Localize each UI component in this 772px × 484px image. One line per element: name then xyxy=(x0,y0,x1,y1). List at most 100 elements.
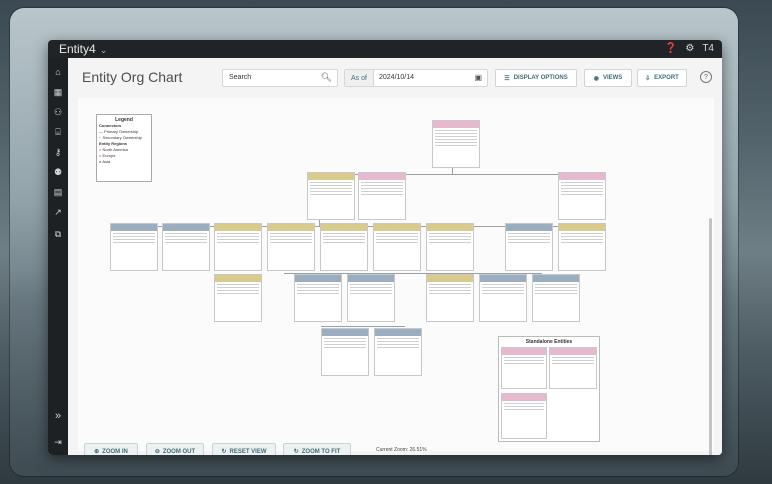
page-title: Entity Org Chart xyxy=(82,69,183,85)
legend-item: ■ Asia xyxy=(99,159,111,164)
expand-icon[interactable]: » xyxy=(48,408,68,424)
entity-node[interactable] xyxy=(374,328,422,376)
zoom-in-button[interactable]: ⊕ ZOOM IN xyxy=(84,443,138,455)
connector-line xyxy=(321,326,405,327)
user-initials[interactable]: T4 xyxy=(702,43,714,54)
app-window: Entity4 ⌄ ❓ ⚙ T4 ⌂ ▦ ⚇ ⌸ ⚷ ⚉ ▤ ↗ ⧉ » ⇥ En… xyxy=(48,40,722,455)
entity-node-header xyxy=(359,173,405,180)
help-icon[interactable]: ? xyxy=(700,71,712,83)
entity-node-header xyxy=(322,329,368,336)
sidebar: ⌂ ▦ ⚇ ⌸ ⚷ ⚉ ▤ ↗ ⧉ » ⇥ xyxy=(48,58,68,455)
entity-node-header xyxy=(559,224,605,231)
entity-node-header xyxy=(506,224,552,231)
entity-node[interactable] xyxy=(347,274,395,322)
entity-node-header xyxy=(502,348,546,355)
zoom-in-label: ZOOM IN xyxy=(102,448,128,455)
entity-node[interactable] xyxy=(426,274,474,322)
search-icon: 🔍︎ xyxy=(320,72,332,82)
app-title: Entity4 xyxy=(59,42,96,56)
entity-node-header xyxy=(215,275,261,282)
refresh-icon: ↻ xyxy=(221,449,227,455)
legend-item-label: North America xyxy=(102,147,128,152)
logout-icon[interactable]: ⇥ xyxy=(48,434,68,450)
org-icon[interactable]: ⚇ xyxy=(48,104,68,120)
export-label: EXPORT xyxy=(654,75,679,81)
org-chart-canvas[interactable]: Legend Connectors — Primary Ownership ┄ … xyxy=(78,98,714,455)
search-placeholder: Search xyxy=(229,74,252,81)
entity-node[interactable] xyxy=(110,223,158,271)
legend-item-label: Europe xyxy=(102,153,116,158)
export-icon: ⇩ xyxy=(645,75,651,82)
legend-item-label: Asia xyxy=(102,159,111,164)
as-of-date-field[interactable]: As of 2024/10/14 ▣ xyxy=(344,69,488,87)
page-header: Entity Org Chart Search 🔍︎ As of 2024/10… xyxy=(68,58,722,96)
display-options-label: DISPLAY OPTIONS xyxy=(513,75,568,81)
entity-node[interactable] xyxy=(307,172,355,220)
entity-node[interactable] xyxy=(505,223,553,271)
entity-node[interactable] xyxy=(267,223,315,271)
entity-node[interactable] xyxy=(373,223,421,271)
entity-node[interactable] xyxy=(294,274,342,322)
entity-node[interactable] xyxy=(549,347,597,389)
export-button[interactable]: ⇩ EXPORT xyxy=(637,69,687,87)
entity-node[interactable] xyxy=(532,274,580,322)
current-zoom-text: Current Zoom: 26.51% xyxy=(376,447,427,453)
list-icon: ☰ xyxy=(504,75,510,82)
entity-node[interactable] xyxy=(426,223,474,271)
reset-view-label: RESET VIEW xyxy=(229,448,267,455)
entity-node[interactable] xyxy=(501,347,547,389)
zoom-to-fit-label: ZOOM TO FIT xyxy=(301,448,341,455)
entity-node-header xyxy=(215,224,261,231)
document-icon[interactable]: ▤ xyxy=(48,184,68,200)
entity-node[interactable] xyxy=(214,223,262,271)
bank-icon[interactable]: ⌸ xyxy=(48,124,68,140)
layers-icon[interactable]: ⧉ xyxy=(48,226,68,242)
entity-node[interactable] xyxy=(432,120,480,168)
as-of-value: 2024/10/14 xyxy=(379,74,415,81)
building-icon[interactable]: ▦ xyxy=(48,84,68,100)
entity-node-header xyxy=(375,329,421,336)
entity-node-header xyxy=(502,394,546,401)
people-icon[interactable]: ⚉ xyxy=(48,164,68,180)
analytics-icon[interactable]: ↗ xyxy=(48,204,68,220)
entity-node[interactable] xyxy=(558,223,606,271)
legend-item-label: Primary Ownership xyxy=(104,129,139,134)
entity-node[interactable] xyxy=(214,274,262,322)
display-options-button[interactable]: ☰ DISPLAY OPTIONS xyxy=(495,69,577,87)
gear-icon[interactable]: ⚙ xyxy=(685,43,694,54)
standalone-entities-panel: Standalone Entities xyxy=(498,336,600,442)
entity-node-header xyxy=(427,224,473,231)
help-icon[interactable]: ❓ xyxy=(665,43,677,54)
entity-node-header xyxy=(480,275,526,282)
zoom-to-fit-button[interactable]: ↻ ZOOM TO FIT xyxy=(283,443,351,455)
entity-node-header xyxy=(348,275,394,282)
entity-node[interactable] xyxy=(501,393,547,439)
entity-node[interactable] xyxy=(479,274,527,322)
zoom-out-button[interactable]: ⊖ ZOOM OUT xyxy=(146,443,204,455)
views-button[interactable]: ◉ VIEWS xyxy=(584,69,632,87)
entity-node[interactable] xyxy=(358,172,406,220)
eye-icon: ◉ xyxy=(593,75,599,82)
calendar-icon[interactable]: ▣ xyxy=(474,73,482,82)
home-icon[interactable]: ⌂ xyxy=(48,64,68,80)
key-icon[interactable]: ⚷ xyxy=(48,144,68,160)
as-of-label: As of xyxy=(345,70,374,86)
reset-view-button[interactable]: ↻ RESET VIEW xyxy=(212,443,276,455)
entity-node[interactable] xyxy=(162,223,210,271)
vertical-scrollbar[interactable] xyxy=(709,218,712,455)
zoom-in-icon: ⊕ xyxy=(94,449,100,455)
legend: Legend Connectors — Primary Ownership ┄ … xyxy=(96,114,152,182)
entity-node[interactable] xyxy=(558,172,606,220)
entity-node-header xyxy=(374,224,420,231)
title-bar: Entity4 ⌄ ❓ ⚙ T4 xyxy=(48,40,722,58)
search-input[interactable]: Search 🔍︎ xyxy=(222,69,338,87)
zoom-out-icon: ⊖ xyxy=(154,449,160,455)
entity-node-header xyxy=(321,224,367,231)
entity-node[interactable] xyxy=(320,223,368,271)
entity-node[interactable] xyxy=(321,328,369,376)
entity-node-header xyxy=(433,121,479,128)
entity-node-header xyxy=(295,275,341,282)
standalone-title: Standalone Entities xyxy=(525,339,573,345)
app-switcher[interactable]: Entity4 ⌄ xyxy=(59,42,107,56)
legend-item-label: Secondary Ownership xyxy=(102,135,142,140)
